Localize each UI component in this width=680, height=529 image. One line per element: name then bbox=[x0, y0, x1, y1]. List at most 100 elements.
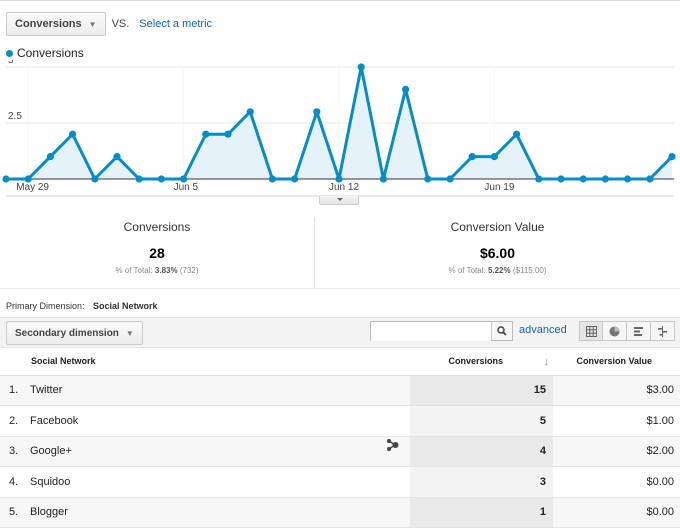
row-dimension-cell: Google+ bbox=[30, 436, 410, 467]
data-point[interactable] bbox=[446, 175, 454, 183]
table-row: 5. Blogger 1 $0.00 bbox=[0, 497, 680, 528]
chevron-down-icon: ▼ bbox=[125, 328, 134, 338]
data-point[interactable] bbox=[291, 175, 299, 183]
data-point[interactable] bbox=[91, 175, 99, 183]
data-point[interactable] bbox=[646, 175, 654, 183]
data-point[interactable] bbox=[2, 175, 10, 183]
table-row: 3. Google+ 4 $2.00 bbox=[0, 436, 680, 467]
scorecard-percent: % of Total: 5.22% ($115.00) bbox=[315, 266, 680, 275]
data-point[interactable] bbox=[313, 108, 321, 116]
column-header-conversions[interactable]: Conversions ↓ bbox=[410, 348, 553, 376]
scorecard-label: Conversion Value bbox=[450, 220, 545, 234]
data-point[interactable] bbox=[668, 153, 676, 161]
chevron-down-icon: ▼ bbox=[88, 19, 97, 29]
data-table: Social Network Conversions ↓ Conversion … bbox=[0, 348, 680, 528]
search-button[interactable] bbox=[491, 322, 512, 340]
row-social-network-link[interactable]: Blogger bbox=[30, 506, 68, 518]
legend-label: Conversions bbox=[17, 46, 84, 60]
primary-dimension-value[interactable]: Social Network bbox=[93, 301, 158, 311]
data-point[interactable] bbox=[424, 175, 432, 183]
y-tick-label: 5 bbox=[8, 60, 14, 66]
x-tick-label: Jun 12 bbox=[329, 182, 359, 193]
column-header-label: Conversions bbox=[448, 356, 503, 367]
pct-prefix: % of Total: bbox=[115, 266, 153, 275]
data-point[interactable] bbox=[490, 153, 498, 161]
scorecards: Conversions 28 % of Total: 3.83% (732) C… bbox=[0, 217, 680, 289]
row-index: 5. bbox=[0, 497, 30, 528]
row-social-network-link[interactable]: Google+ bbox=[30, 445, 72, 457]
data-point[interactable] bbox=[69, 130, 77, 138]
table-row: 1. Twitter 15 $3.00 bbox=[0, 375, 680, 406]
table-row: 2. Facebook 5 $1.00 bbox=[0, 405, 680, 437]
pct-total: ($115.00) bbox=[512, 266, 547, 275]
data-point[interactable] bbox=[624, 175, 632, 183]
data-point[interactable] bbox=[468, 153, 476, 161]
data-point[interactable] bbox=[402, 85, 410, 93]
data-point[interactable] bbox=[268, 175, 276, 183]
data-point[interactable] bbox=[224, 130, 232, 138]
row-social-network-link[interactable]: Squidoo bbox=[30, 476, 70, 488]
comparison-view-button[interactable] bbox=[651, 321, 675, 341]
pct-value: 3.83% bbox=[154, 266, 178, 275]
secondary-dimension-label: Secondary dimension bbox=[15, 327, 119, 339]
y-tick-label: 2.5 bbox=[8, 111, 22, 122]
table-search bbox=[370, 321, 513, 341]
data-point[interactable] bbox=[113, 153, 121, 161]
select-metric-link[interactable]: Select a metric bbox=[139, 18, 212, 30]
legend-dot-icon bbox=[6, 49, 13, 57]
bar-list-icon bbox=[634, 326, 643, 336]
sort-desc-arrow-icon: ↓ bbox=[543, 356, 550, 369]
row-conversion-value: $0.00 bbox=[553, 497, 680, 528]
conversions-line-chart[interactable]: 2.5 5 May 29 Jun 5 Jun 12 Jun 19 bbox=[0, 60, 680, 200]
search-icon bbox=[497, 326, 507, 336]
row-dimension-cell: Blogger bbox=[30, 497, 410, 528]
secondary-dimension-dropdown[interactable]: Secondary dimension ▼ bbox=[6, 321, 143, 345]
row-conversion-value: $1.00 bbox=[553, 405, 680, 437]
pct-value: 5.22% bbox=[487, 266, 511, 275]
data-point[interactable] bbox=[601, 175, 610, 183]
row-conversions: 15 bbox=[410, 375, 553, 406]
advanced-filter-link[interactable]: advanced bbox=[519, 324, 567, 336]
scorecard-percent: % of Total: 3.83% (732) bbox=[0, 266, 314, 275]
scorecard-value: 28 bbox=[149, 245, 165, 261]
table-toolbar: Secondary dimension ▼ advanced bbox=[0, 317, 680, 348]
metric-selector-bar: Conversions ▼ VS. Select a metric bbox=[6, 11, 212, 37]
row-dimension-cell: Squidoo bbox=[30, 466, 410, 498]
data-point[interactable] bbox=[513, 130, 521, 138]
data-point[interactable] bbox=[157, 175, 165, 183]
column-header-social-network[interactable]: Social Network bbox=[0, 348, 410, 376]
table-row: 4. Squidoo 3 $0.00 bbox=[0, 466, 680, 498]
data-hub-icon[interactable] bbox=[386, 439, 399, 454]
data-point[interactable] bbox=[202, 130, 210, 138]
data-point[interactable] bbox=[246, 108, 254, 116]
data-point[interactable] bbox=[579, 175, 587, 183]
primary-dimension-label: Primary Dimension: bbox=[6, 301, 85, 311]
row-conversions: 4 bbox=[410, 436, 553, 467]
row-index: 3. bbox=[0, 436, 30, 467]
grid-icon bbox=[585, 325, 597, 337]
data-point[interactable] bbox=[357, 63, 365, 71]
table-view-button[interactable] bbox=[579, 321, 603, 341]
performance-view-button[interactable] bbox=[627, 321, 651, 341]
collapse-chart-toggle[interactable] bbox=[319, 196, 359, 205]
row-index: 2. bbox=[0, 405, 30, 437]
row-social-network-link[interactable]: Facebook bbox=[30, 415, 78, 427]
row-index: 4. bbox=[0, 466, 30, 498]
row-conversion-value: $0.00 bbox=[553, 466, 680, 498]
table-search-input[interactable] bbox=[371, 323, 491, 341]
data-point[interactable] bbox=[135, 175, 143, 183]
column-header-conversion-value[interactable]: Conversion Value bbox=[553, 348, 680, 376]
primary-metric-label: Conversions bbox=[15, 18, 82, 30]
pie-view-button[interactable] bbox=[603, 321, 627, 341]
data-point[interactable] bbox=[379, 175, 387, 183]
pct-prefix: % of Total: bbox=[448, 266, 486, 275]
view-switcher bbox=[579, 321, 675, 341]
scorecard-value: $6.00 bbox=[479, 245, 516, 261]
primary-metric-dropdown[interactable]: Conversions ▼ bbox=[6, 12, 106, 36]
data-point[interactable] bbox=[557, 175, 565, 183]
chart-legend: Conversions bbox=[6, 46, 84, 60]
data-point[interactable] bbox=[46, 153, 55, 161]
row-conversions: 5 bbox=[410, 405, 553, 437]
row-social-network-link[interactable]: Twitter bbox=[30, 384, 62, 396]
data-point[interactable] bbox=[535, 175, 543, 183]
